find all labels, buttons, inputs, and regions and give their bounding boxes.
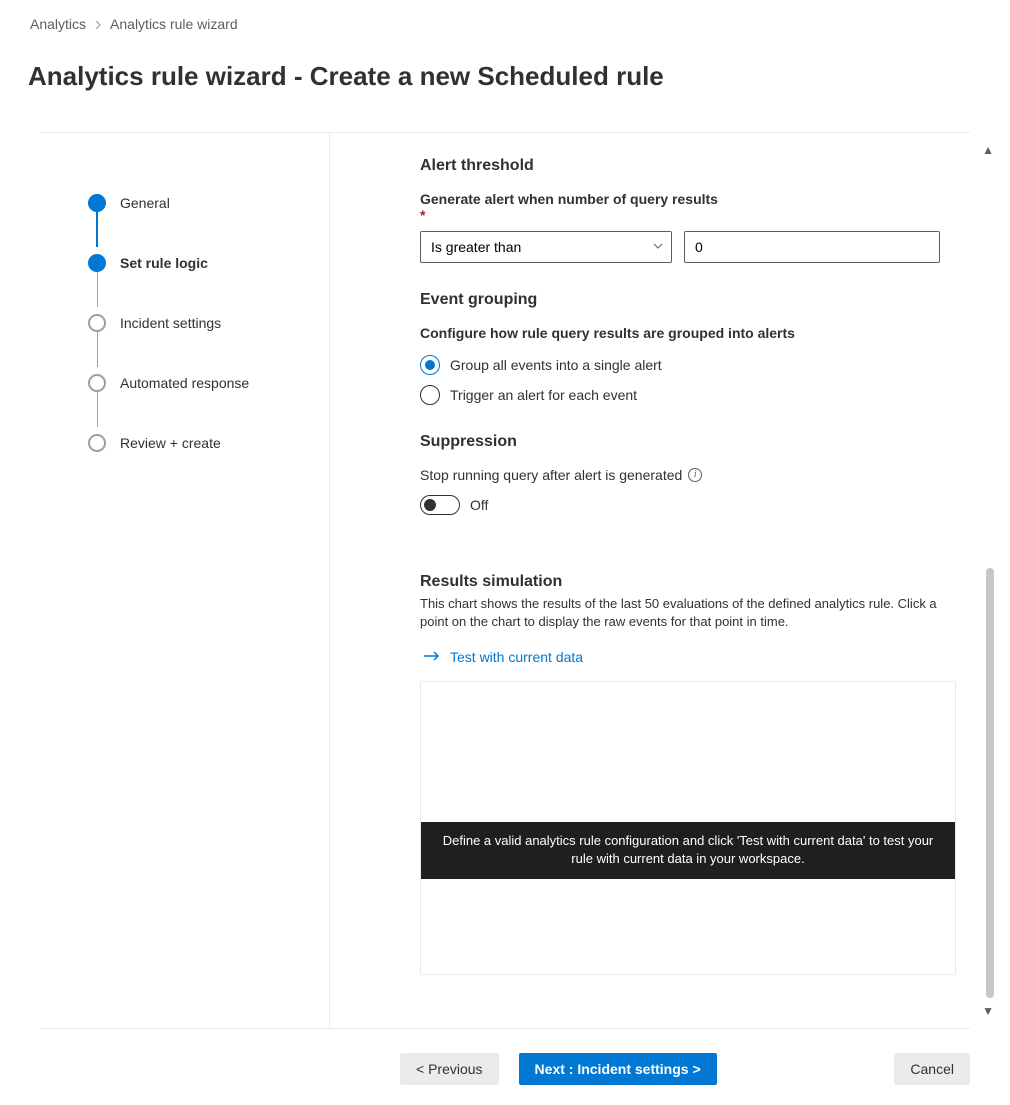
- step-dot-filled-icon: [88, 254, 106, 272]
- scroll-up-icon[interactable]: ▲: [982, 143, 994, 157]
- radio-unchecked-icon: [420, 385, 440, 405]
- breadcrumb-root[interactable]: Analytics: [30, 16, 86, 32]
- toggle-state-label: Off: [470, 497, 488, 513]
- next-button[interactable]: Next : Incident settings >: [519, 1053, 717, 1085]
- breadcrumb-current: Analytics rule wizard: [110, 16, 238, 32]
- step-dot-empty-icon: [88, 314, 106, 332]
- wizard-steps-sidebar: General Set rule logic Incident settings…: [40, 133, 330, 1028]
- cancel-button[interactable]: Cancel: [894, 1053, 970, 1085]
- page-title: Analytics rule wizard - Create a new Sch…: [0, 57, 1010, 114]
- event-grouping-desc: Configure how rule query results are gro…: [420, 325, 960, 341]
- simulation-banner: Define a valid analytics rule configurat…: [421, 822, 955, 878]
- step-general[interactable]: General: [88, 173, 329, 233]
- threshold-operator-select[interactable]: [420, 231, 672, 263]
- step-label: Incident settings: [120, 315, 221, 331]
- suppression-heading: Suppression: [420, 433, 960, 451]
- step-incident-settings[interactable]: Incident settings: [88, 293, 329, 353]
- radio-label: Group all events into a single alert: [450, 357, 662, 373]
- breadcrumb-separator-icon: [94, 16, 102, 32]
- toggle-knob-icon: [424, 499, 436, 511]
- step-review-create[interactable]: Review + create: [88, 413, 329, 473]
- step-automated-response[interactable]: Automated response: [88, 353, 329, 413]
- scrollbar[interactable]: [986, 568, 994, 998]
- step-set-rule-logic[interactable]: Set rule logic: [88, 233, 329, 293]
- event-grouping-heading: Event grouping: [420, 291, 960, 309]
- breadcrumb: Analytics Analytics rule wizard: [0, 0, 1010, 40]
- radio-trigger-each-event[interactable]: Trigger an alert for each event: [420, 385, 960, 405]
- scroll-down-icon[interactable]: ▼: [982, 1004, 994, 1018]
- step-dot-empty-icon: [88, 434, 106, 452]
- alert-threshold-heading: Alert threshold: [420, 157, 960, 175]
- results-simulation-desc: This chart shows the results of the last…: [420, 595, 940, 631]
- arrow-right-icon: [424, 649, 440, 665]
- radio-label: Trigger an alert for each event: [450, 387, 637, 403]
- threshold-value-input[interactable]: [684, 231, 940, 263]
- simulation-chart: Define a valid analytics rule configurat…: [420, 681, 956, 975]
- test-with-current-data-link[interactable]: Test with current data: [420, 649, 960, 665]
- step-label: General: [120, 195, 170, 211]
- step-label: Review + create: [120, 435, 221, 451]
- main-content: ▲ Alert threshold Generate alert when nu…: [330, 133, 1010, 1028]
- wizard-footer: < Previous Next : Incident settings > Ca…: [0, 1029, 1010, 1105]
- step-label: Automated response: [120, 375, 249, 391]
- step-dot-empty-icon: [88, 374, 106, 392]
- alert-threshold-label: Generate alert when number of query resu…: [420, 191, 720, 223]
- radio-checked-icon: [420, 355, 440, 375]
- radio-group-single-alert[interactable]: Group all events into a single alert: [420, 355, 960, 375]
- suppression-label: Stop running query after alert is genera…: [420, 467, 682, 483]
- suppression-toggle[interactable]: [420, 495, 460, 515]
- results-simulation-heading: Results simulation: [420, 573, 960, 591]
- step-label: Set rule logic: [120, 255, 208, 271]
- info-icon[interactable]: i: [688, 468, 702, 482]
- step-dot-filled-icon: [88, 194, 106, 212]
- previous-button[interactable]: < Previous: [400, 1053, 499, 1085]
